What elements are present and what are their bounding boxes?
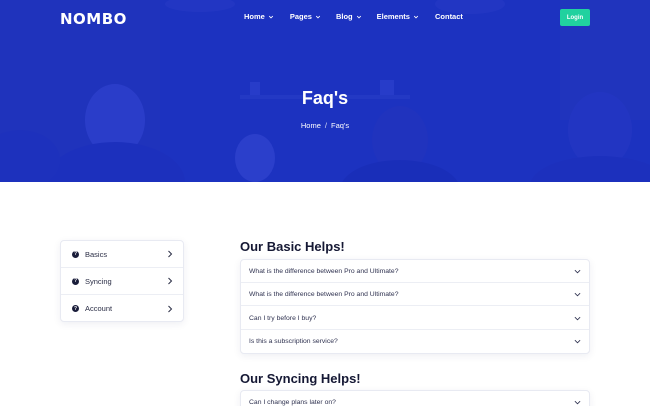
breadcrumb-home-link[interactable]: Home [301,121,321,130]
login-button[interactable]: Login [560,9,590,26]
section-title-syncing: Our Syncing Helps! [240,371,361,386]
menu-item-pages[interactable]: Pages [290,12,321,21]
faq-accordion-syncing: Can I change plans later on? [240,390,590,406]
faq-question[interactable]: What is the difference between Pro and U… [241,283,589,306]
section-title-basic: Our Basic Helps! [240,239,345,254]
breadcrumb: Home / Faq's [0,121,650,130]
chevron-down-icon [574,400,581,405]
menu-item-label: Contact [434,12,463,21]
faq-question-text: Can I try before I buy? [249,314,317,322]
breadcrumb-separator: / [324,121,327,130]
faq-question-text: Is this a subscription service? [249,338,338,345]
chevron-down-icon [315,15,321,19]
menu-item-contact[interactable]: Contact [435,12,463,21]
faq-question[interactable]: What is the difference between Pro and U… [241,260,589,283]
hero-banner: NOMBO Home Pages Blog Elements Contact L [0,0,650,182]
faq-question-text: Can I change plans later on? [249,399,336,406]
faq-question[interactable]: Is this a subscription service? [241,330,589,353]
site-logo[interactable]: NOMBO [60,10,127,28]
faq-question-text: What is the difference between Pro and U… [249,267,399,275]
question-icon: ? [72,250,79,258]
faq-category-sidebar: ? Basics ? Syncing ? Account [60,240,184,322]
faq-question[interactable]: Can I change plans later on? [241,391,589,406]
faq-accordion-basic: What is the difference between Pro and U… [240,259,590,354]
main-menu: Home Pages Blog Elements Contact [244,12,463,21]
question-icon: ? [72,305,79,312]
sidebar-item-label: Account [85,304,113,313]
chevron-right-icon [168,305,173,312]
sidebar-item-label: Basics [85,249,108,259]
chevron-down-icon [268,15,273,19]
sidebar-item-syncing[interactable]: ? Syncing [61,268,183,295]
sidebar-item-basics[interactable]: ? Basics [61,241,183,268]
faq-question-text: What is the difference between Pro and U… [249,290,399,298]
menu-item-home[interactable]: Home [244,12,274,21]
question-icon: ? [72,277,79,285]
menu-item-elements[interactable]: Elements [377,12,419,21]
breadcrumb-current: Faq's [331,121,350,130]
chevron-down-icon [413,15,419,19]
chevron-down-icon [356,15,361,19]
top-navigation: NOMBO Home Pages Blog Elements Contact L [0,0,650,36]
sidebar-item-label: Syncing [85,276,112,286]
menu-item-label: Blog [335,12,353,21]
sidebar-item-account[interactable]: ? Account [61,295,183,322]
chevron-down-icon [574,269,581,273]
menu-item-label: Home [244,12,265,21]
faq-question[interactable]: Can I try before I buy? [241,307,589,330]
chevron-right-icon [168,277,173,285]
chevron-down-icon [574,316,581,320]
chevron-down-icon [574,292,581,296]
menu-item-label: Elements [376,12,410,21]
menu-item-blog[interactable]: Blog [336,12,362,21]
chevron-right-icon [168,250,173,258]
chevron-down-icon [574,339,581,344]
page-title: Faq's [301,88,349,108]
menu-item-label: Pages [289,12,312,21]
